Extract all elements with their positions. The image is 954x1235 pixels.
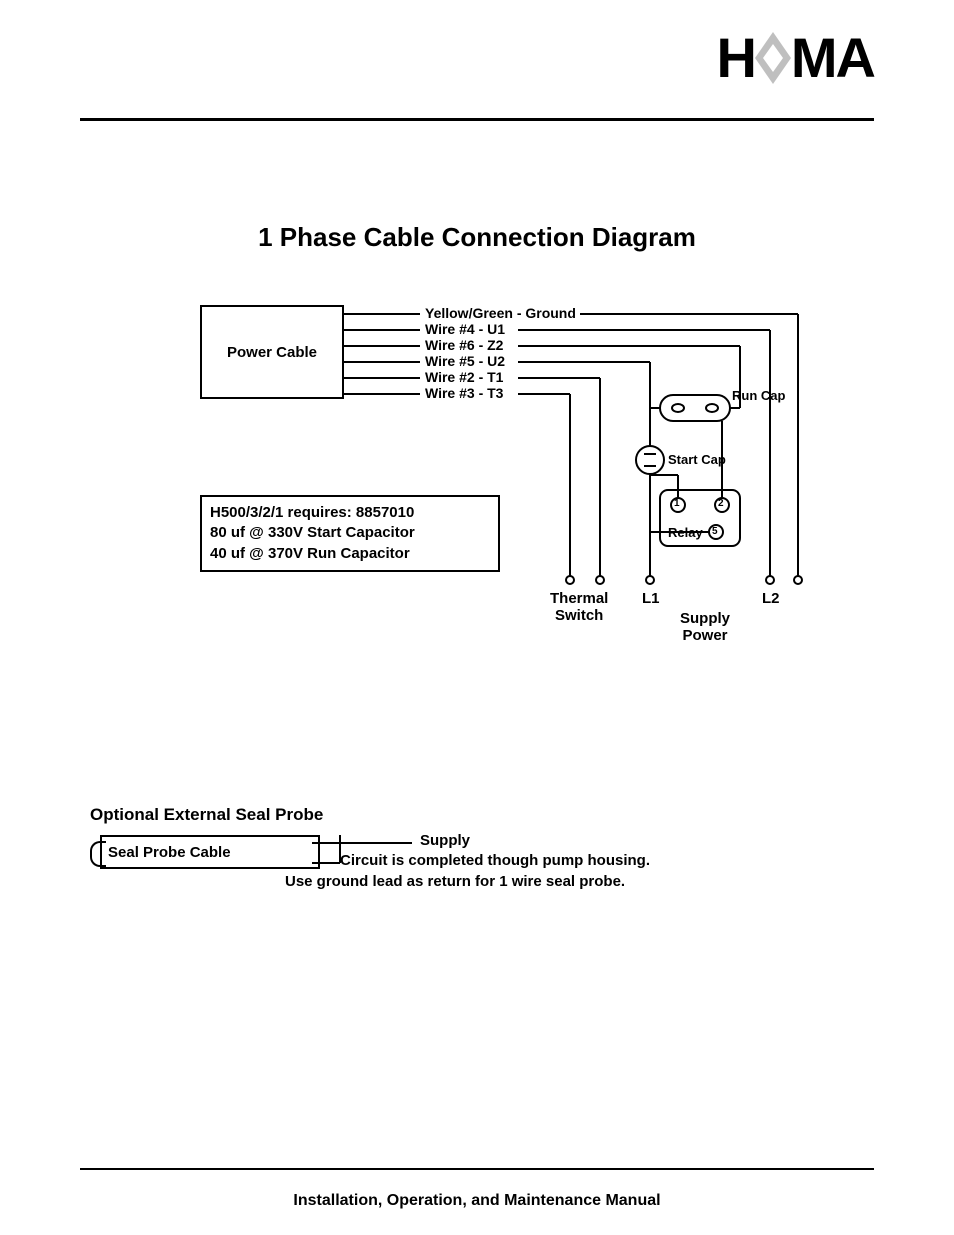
capacitor-spec-box: H500/3/2/1 requires: 8857010 80 uf @ 330… — [200, 495, 500, 572]
probe-note-2: Use ground lead as return for 1 wire sea… — [285, 872, 625, 892]
wire-label-t1: Wire #2 - T1 — [425, 369, 503, 385]
power-cable-box: Power Cable — [200, 305, 344, 399]
run-cap-label: Run Cap — [732, 388, 785, 403]
wire-label-z2: Wire #6 - Z2 — [425, 337, 503, 353]
thermal-switch-label: Thermal Switch — [550, 590, 608, 624]
seal-probe-heading: Optional External Seal Probe — [90, 805, 870, 825]
logo-diamond-icon — [751, 30, 795, 86]
l2-label: L2 — [762, 590, 780, 607]
probe-note-1: Circuit is completed though pump housing… — [340, 852, 650, 869]
seal-probe-cable-box: Seal Probe Cable — [100, 835, 320, 869]
relay-pin-1: 1 — [674, 498, 680, 509]
wiring-diagram: Power Cable Yellow/Green - Ground Wire #… — [200, 300, 810, 630]
page-title: 1 Phase Cable Connection Diagram — [0, 222, 954, 253]
brand-logo: H M A — [716, 30, 874, 86]
seal-probe-cable-label: Seal Probe Cable — [108, 844, 231, 861]
power-cable-label: Power Cable — [227, 344, 317, 361]
spec-line-3: 40 uf @ 370V Run Capacitor — [210, 544, 490, 564]
spec-line-1: H500/3/2/1 requires: 8857010 — [210, 503, 490, 523]
relay-label: Relay — [668, 525, 703, 540]
seal-probe-section: Optional External Seal Probe Seal Probe … — [90, 805, 870, 901]
probe-supply-label: Supply — [420, 832, 470, 849]
wire-label-ground: Yellow/Green - Ground — [425, 305, 576, 321]
wire-label-u2: Wire #5 - U2 — [425, 353, 505, 369]
header-divider — [80, 118, 874, 121]
supply-power-label: Supply Power — [680, 610, 730, 644]
probe-text-block: Supply Circuit is completed though pump … — [340, 831, 650, 892]
l1-label: L1 — [642, 590, 660, 607]
wire-label-t3: Wire #3 - T3 — [425, 385, 503, 401]
spec-line-2: 80 uf @ 330V Start Capacitor — [210, 523, 490, 543]
start-cap-label: Start Cap — [668, 452, 726, 467]
relay-pin-2: 2 — [718, 498, 724, 509]
relay-pin-5: 5 — [712, 526, 718, 537]
footer-text: Installation, Operation, and Maintenance… — [0, 1192, 954, 1210]
logo-letter-a: A — [836, 30, 874, 86]
logo-letter-m: M — [791, 30, 836, 86]
wire-label-u1: Wire #4 - U1 — [425, 321, 505, 337]
footer-divider — [80, 1168, 874, 1170]
logo-letter-h: H — [716, 30, 754, 86]
